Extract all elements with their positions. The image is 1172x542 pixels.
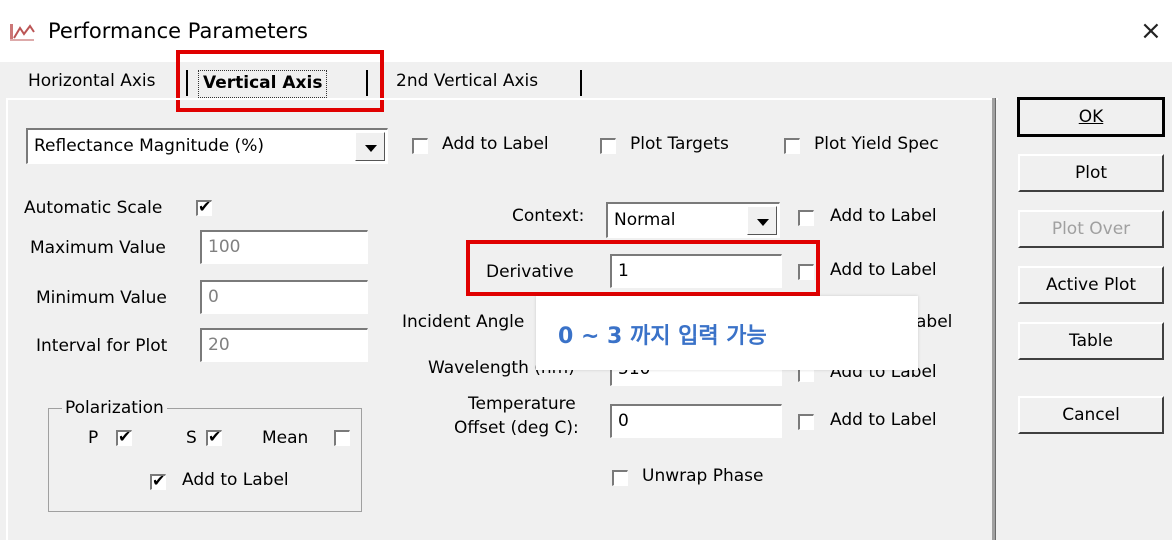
- panel-edge: [992, 98, 996, 540]
- table-button-label: Table: [1069, 331, 1113, 351]
- quantity-select[interactable]: Reflectance Magnitude (%): [26, 128, 388, 164]
- add-to-label-text: Add to Label: [442, 134, 549, 154]
- plot-over-button-label: Plot Over: [1051, 219, 1131, 239]
- automatic-scale-label: Automatic Scale: [24, 198, 163, 218]
- interval-field[interactable]: 20: [200, 328, 368, 362]
- temperature-add-to-label-text: Add to Label: [830, 410, 937, 430]
- polarization-mean-label: Mean: [262, 428, 309, 448]
- maximum-value-label: Maximum Value: [30, 238, 166, 258]
- tab-separator: [580, 70, 582, 96]
- context-add-to-label-checkbox[interactable]: [798, 210, 814, 226]
- plot-yield-spec-text: Plot Yield Spec: [814, 134, 939, 154]
- polarization-legend: Polarization: [62, 398, 167, 418]
- unwrap-phase-checkbox[interactable]: [612, 470, 628, 486]
- chevron-down-icon[interactable]: [747, 206, 777, 235]
- polarization-p-checkbox[interactable]: [116, 428, 132, 446]
- close-icon[interactable]: ×: [1140, 16, 1162, 46]
- window-title: Performance Parameters: [48, 19, 308, 43]
- context-select-value: Normal: [614, 210, 676, 230]
- tab-horizontal-axis[interactable]: Horizontal Axis: [24, 66, 159, 100]
- tab-2nd-vertical-axis[interactable]: 2nd Vertical Axis: [392, 66, 542, 100]
- table-button[interactable]: Table: [1018, 322, 1164, 360]
- context-add-to-label-text: Add to Label: [830, 206, 937, 226]
- derivative-add-to-label-text: Add to Label: [830, 260, 937, 280]
- ok-button-label: OK: [1078, 107, 1104, 127]
- polarization-s-label: S: [186, 428, 197, 448]
- polarization-add-to-label-text: Add to Label: [182, 470, 289, 490]
- plot-targets-checkbox[interactable]: [600, 138, 616, 154]
- polarization-s-checkbox[interactable]: [206, 428, 222, 446]
- cancel-button[interactable]: Cancel: [1018, 396, 1164, 434]
- temperature-offset-field[interactable]: 0: [610, 404, 782, 438]
- cancel-button-label: Cancel: [1062, 405, 1120, 425]
- plot-over-button[interactable]: Plot Over: [1018, 210, 1164, 248]
- quantity-select-value: Reflectance Magnitude (%): [34, 136, 264, 156]
- unwrap-phase-text: Unwrap Phase: [642, 466, 764, 486]
- plot-targets-text: Plot Targets: [630, 134, 729, 154]
- interval-label: Interval for Plot: [36, 336, 168, 356]
- polarization-mean-checkbox[interactable]: [334, 430, 350, 446]
- derivative-highlight-box: [466, 240, 820, 296]
- chevron-down-icon[interactable]: [355, 132, 385, 161]
- plot-yield-spec-checkbox[interactable]: [784, 138, 800, 154]
- minimum-value-text: 0: [208, 287, 219, 307]
- context-label: Context:: [512, 206, 585, 226]
- temperature-add-to-label-checkbox[interactable]: [798, 414, 814, 430]
- active-plot-button[interactable]: Active Plot: [1018, 266, 1164, 304]
- minimum-value-label: Minimum Value: [36, 288, 167, 308]
- incident-angle-label: Incident Angle: [402, 312, 525, 332]
- app-icon: [8, 20, 36, 44]
- plot-button-label: Plot: [1074, 163, 1108, 183]
- annotation-callout: 0 ~ 3 까지 입력 가능: [536, 296, 918, 370]
- maximum-value-field[interactable]: 100: [200, 230, 368, 264]
- polarization-p-label: P: [88, 428, 99, 448]
- temperature-offset-text: 0: [618, 411, 629, 431]
- ok-button[interactable]: OK: [1017, 97, 1165, 137]
- polarization-add-to-label-checkbox[interactable]: [150, 472, 166, 490]
- minimum-value-field[interactable]: 0: [200, 280, 368, 314]
- interval-text: 20: [208, 335, 230, 355]
- maximum-value-text: 100: [208, 237, 241, 257]
- context-select[interactable]: Normal: [606, 202, 780, 238]
- add-to-label-checkbox[interactable]: [412, 138, 428, 154]
- temperature-offset-label: Offset (deg C):: [454, 418, 579, 438]
- temperature-label: Temperature: [468, 394, 576, 414]
- active-plot-button-label: Active Plot: [1045, 275, 1137, 295]
- annotation-text: 0 ~ 3 까지 입력 가능: [558, 324, 767, 349]
- automatic-scale-checkbox[interactable]: [196, 198, 212, 216]
- incident-add-to-label-text: abel: [916, 312, 953, 332]
- polarization-group: [48, 408, 362, 512]
- plot-button[interactable]: Plot: [1018, 154, 1164, 192]
